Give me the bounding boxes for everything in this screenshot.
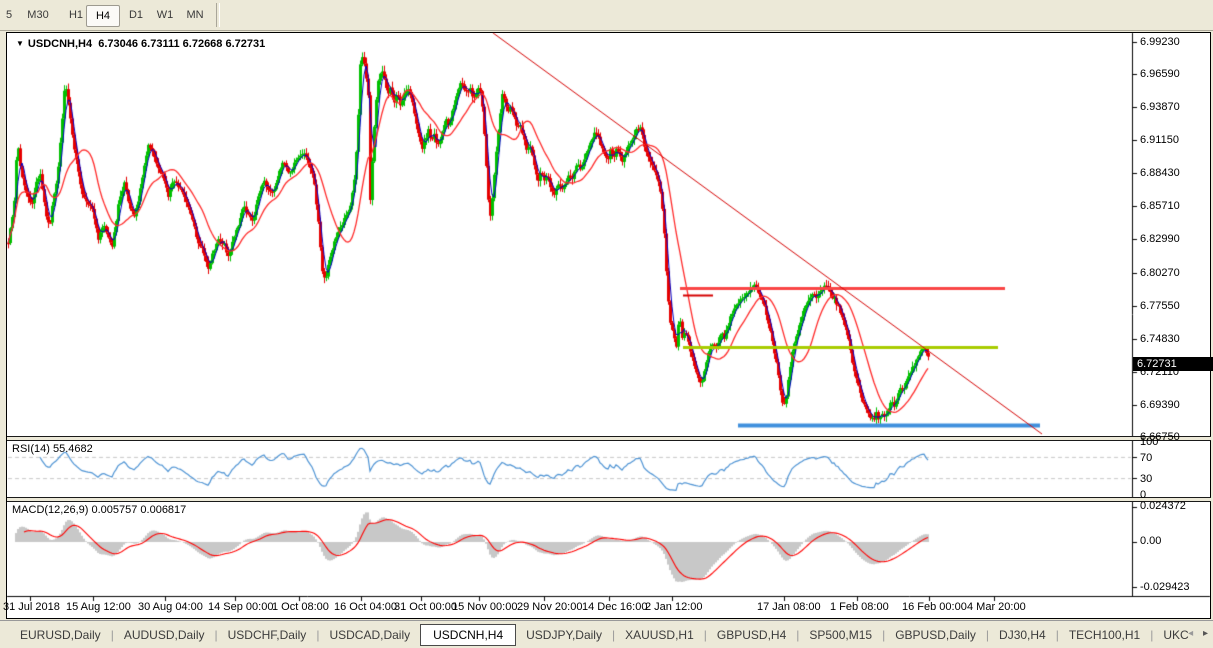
price-axis-label: 6.69390: [1140, 399, 1180, 411]
symbol-tab-gbpusd-h4[interactable]: GBPUSD,H4: [707, 625, 796, 645]
macd-axis-label: -0.029423: [1140, 581, 1190, 593]
date-axis-label: 15 Nov 00:00: [452, 601, 517, 613]
symbol-tab-audusd-daily[interactable]: AUDUSD,Daily: [114, 625, 215, 645]
symbol-tab-usdcad-daily[interactable]: USDCAD,Daily: [319, 625, 420, 645]
rsi-axis-label: 70: [1140, 452, 1152, 464]
date-axis-label: 29 Nov 20:00: [517, 601, 582, 613]
date-axis-label: 30 Aug 04:00: [138, 601, 203, 613]
date-axis-label: 17 Jan 08:00: [757, 601, 821, 613]
date-axis-label: 1 Oct 08:00: [272, 601, 329, 613]
tab-scroll-right-icon[interactable]: ▸: [1203, 628, 1208, 639]
current-price-badge: 6.72731: [1133, 357, 1213, 371]
macd-axis-label: 0.024372: [1140, 500, 1186, 512]
price-axis-label: 6.96590: [1140, 68, 1180, 80]
macd-panel-splitter[interactable]: [7, 497, 1211, 502]
mt4-platform: { "toolbar":{ "timeframes":[ {"label":"5…: [0, 0, 1213, 647]
symbol-tab-bar: EURUSD,Daily|AUDUSD,Daily|USDCHF,Daily|U…: [0, 620, 1213, 648]
price-axis-label: 6.80270: [1140, 267, 1180, 279]
macd-axis-label: 0.00: [1140, 535, 1161, 547]
symbol-tab-eurusd-daily[interactable]: EURUSD,Daily: [10, 625, 111, 645]
symbol-tab-xauusd-h1[interactable]: XAUUSD,H1: [615, 625, 704, 645]
symbol-tab-usdchf-daily[interactable]: USDCHF,Daily: [218, 625, 317, 645]
price-axis-label: 6.82990: [1140, 233, 1180, 245]
date-axis-label: 15 Aug 12:00: [66, 601, 131, 613]
rsi-axis-label: 30: [1140, 473, 1152, 485]
date-axis-label: 14 Dec 16:00: [582, 601, 647, 613]
chart-dropdown-icon[interactable]: ▼: [16, 39, 24, 48]
tab-scroll-left-icon[interactable]: ◂: [1188, 628, 1193, 639]
rsi-panel-splitter[interactable]: [7, 436, 1211, 441]
price-axis-label: 6.74830: [1140, 333, 1180, 345]
chart-title: ▼ USDCNH,H4 6.73046 6.73111 6.72668 6.727…: [16, 38, 265, 50]
date-axis-label: 31 Oct 00:00: [394, 601, 457, 613]
date-axis-label: 4 Mar 20:00: [967, 601, 1026, 613]
symbol-tab-sp500-m15[interactable]: SP500,M15: [799, 625, 882, 645]
macd-indicator-label: MACD(12,26,9) 0.005757 0.006817: [12, 504, 186, 516]
price-axis-label: 6.77550: [1140, 300, 1180, 312]
chart-ohlc-values: 6.73046 6.73111 6.72668 6.72731: [98, 38, 265, 50]
date-axis-label: 16 Feb 00:00: [902, 601, 967, 613]
date-axis-label: 31 Jul 2018: [3, 601, 60, 613]
price-axis-label: 6.93870: [1140, 101, 1180, 113]
date-axis-label: 1 Feb 08:00: [830, 601, 889, 613]
date-axis-label: 16 Oct 04:00: [334, 601, 397, 613]
price-axis-label: 6.88430: [1140, 167, 1180, 179]
symbol-tab-dj30-h4[interactable]: DJ30,H4: [989, 625, 1056, 645]
symbol-tab-usdcnh-h4[interactable]: USDCNH,H4: [420, 624, 516, 646]
date-axis-label: 14 Sep 00:00: [208, 601, 273, 613]
symbol-tab-tech100-h1[interactable]: TECH100,H1: [1059, 625, 1150, 645]
price-axis-label: 6.85710: [1140, 200, 1180, 212]
rsi-axis-label: 100: [1140, 436, 1158, 448]
symbol-tab-gbpusd-daily[interactable]: GBPUSD,Daily: [885, 625, 986, 645]
price-axis-label: 6.99230: [1140, 36, 1180, 48]
chart-canvas[interactable]: [0, 0, 1213, 647]
symbol-tab-usdjpy-daily[interactable]: USDJPY,Daily: [516, 625, 612, 645]
chart-symbol-label: USDCNH,H4: [28, 38, 92, 50]
price-axis-label: 6.91150: [1140, 134, 1179, 146]
date-axis-label: 2 Jan 12:00: [645, 601, 703, 613]
rsi-indicator-label: RSI(14) 55.4682: [12, 443, 93, 455]
